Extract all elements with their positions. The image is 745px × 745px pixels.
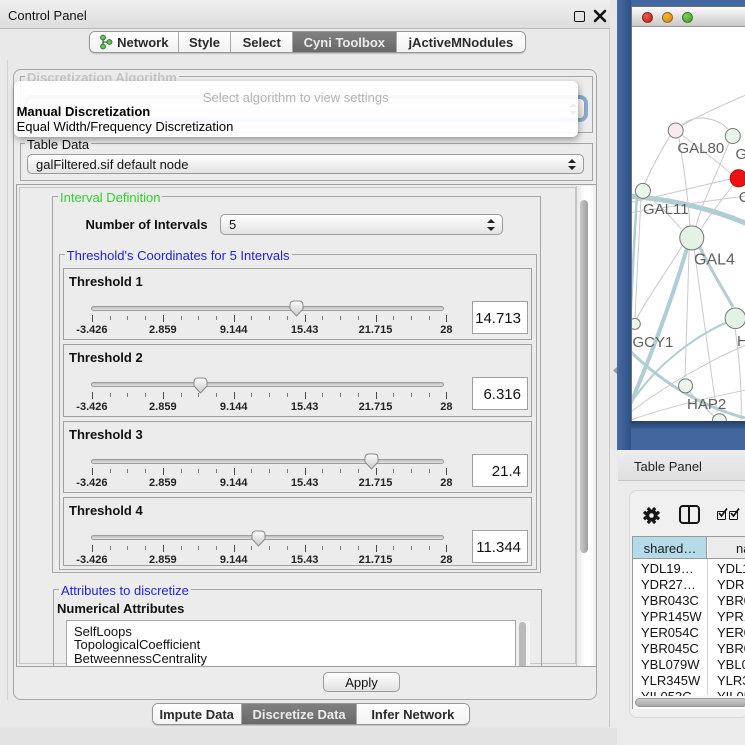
svg-text:GCY1: GCY1: [633, 334, 674, 351]
svg-text:CY: CY: [739, 189, 745, 206]
svg-text:GA: GA: [736, 146, 745, 163]
svg-text:GAL11: GAL11: [643, 201, 689, 218]
svg-text:GAL4: GAL4: [694, 252, 735, 269]
svg-text:GAL80: GAL80: [678, 140, 725, 157]
svg-text:HAP2: HAP2: [687, 396, 726, 413]
svg-text:HA: HA: [737, 333, 745, 350]
